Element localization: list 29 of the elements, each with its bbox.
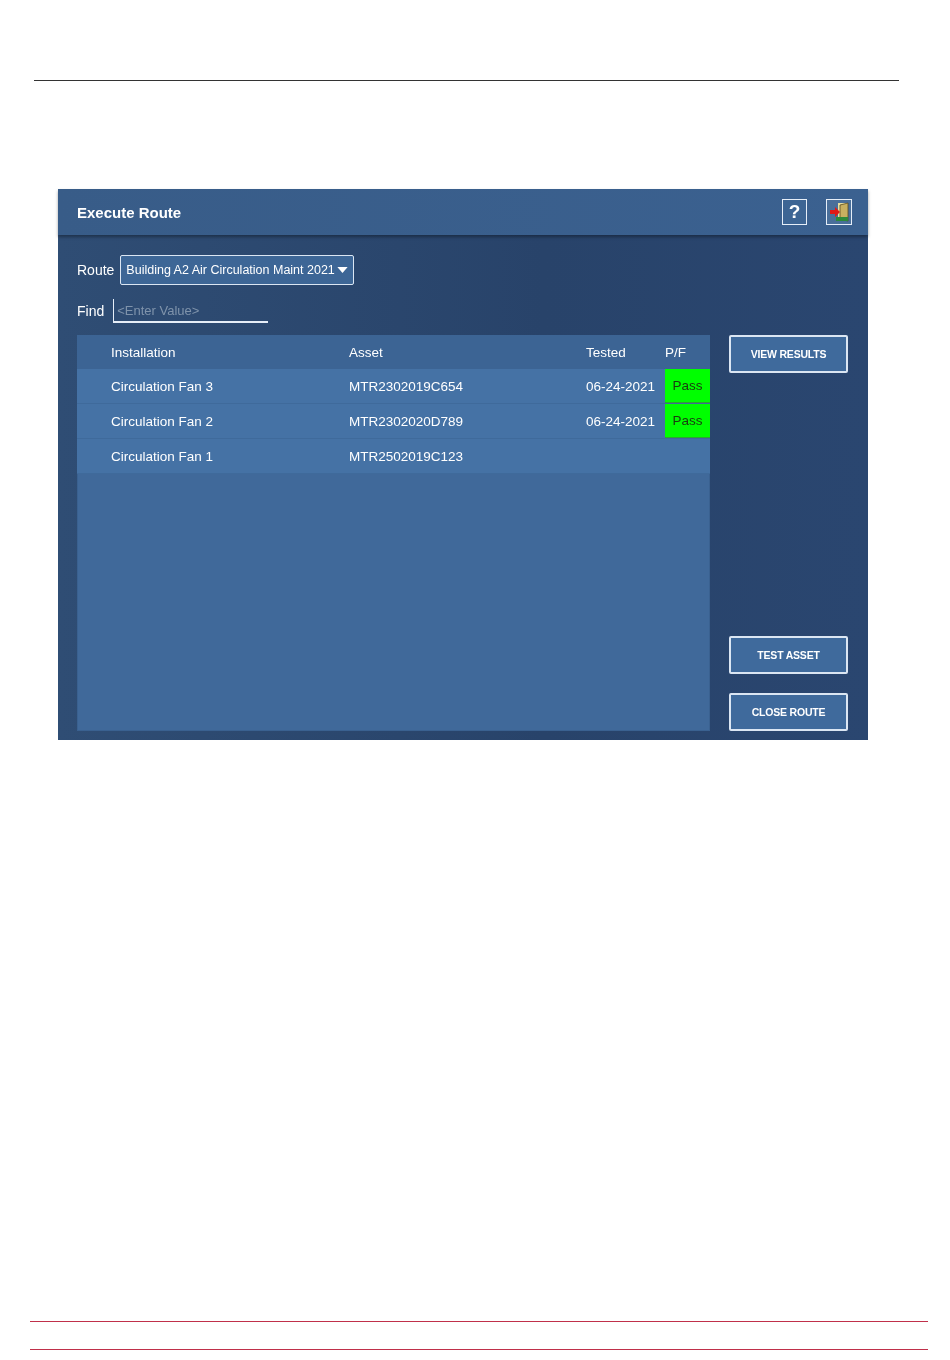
find-field[interactable]: <Enter Value> <box>113 299 269 323</box>
door-exit-icon <box>828 201 850 223</box>
tested-date-cell-text: 06-24-2021 <box>586 413 657 429</box>
asset-cell-text: MTR2302019C654 <box>349 378 465 394</box>
table-row[interactable]: Circulation Fan 3 MTR2302019C654 06-24-2021 Pass <box>77 369 710 404</box>
action-button[interactable]: TEST ASSET <box>729 636 848 674</box>
installation-cell-text: Circulation Fan 3 <box>111 378 215 394</box>
installation-cell-text: Circulation Fan 1 <box>111 448 215 464</box>
screen-title: Execute Route <box>77 203 182 221</box>
column-header: Installation <box>111 344 177 360</box>
result-cell: Pass <box>665 404 710 438</box>
installation-cell-text: Circulation Fan 2 <box>111 413 215 429</box>
column-header: Tested <box>586 344 627 360</box>
table-row[interactable]: Circulation Fan 2 MTR2302020D789 06-24-2021 Pass <box>77 404 710 439</box>
help-button[interactable]: ? <box>782 199 807 225</box>
column-header: P/F <box>665 344 687 360</box>
table-row[interactable]: Circulation Fan 1 MTR2502019C123 <box>77 439 710 474</box>
find-label: Find <box>77 303 105 319</box>
caret-icon <box>336 267 348 273</box>
result-cell: Pass <box>665 369 710 403</box>
tested-date-cell-text: 06-24-2021 <box>586 378 657 394</box>
column-header: Asset <box>349 344 384 360</box>
action-button[interactable]: VIEW RESULTS <box>729 335 848 373</box>
action-button[interactable]: CLOSE ROUTE <box>729 693 848 731</box>
asset-cell-text: MTR2502019C123 <box>349 448 465 464</box>
asset-cell-text: MTR2302020D789 <box>349 413 465 429</box>
exit-button[interactable] <box>826 199 852 225</box>
route-label: Route <box>77 262 115 278</box>
route-dropdown[interactable]: Building A2 Air Circulation Maint 2021 <box>120 255 354 285</box>
